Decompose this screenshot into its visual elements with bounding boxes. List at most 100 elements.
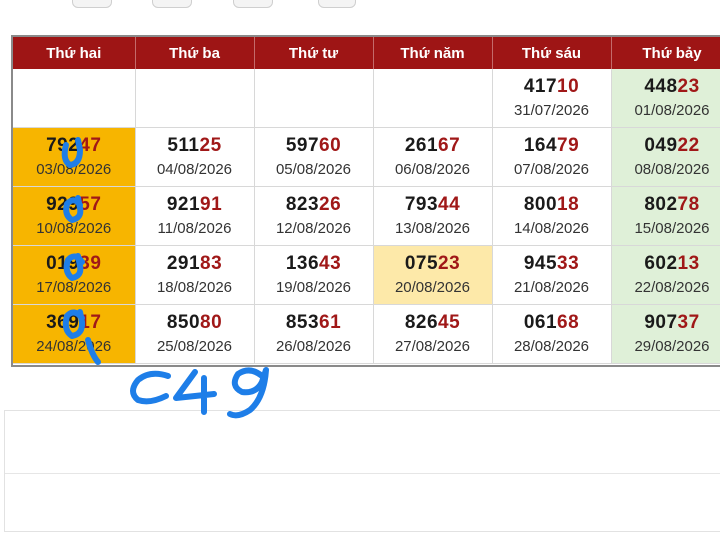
day-cell-monday xyxy=(13,69,135,128)
result-number-tail: 61 xyxy=(319,312,341,333)
day-cell-friday[interactable]: 4171031/07/2026 xyxy=(492,69,611,128)
result-number-tail: 26 xyxy=(319,194,341,215)
filter-chip-4[interactable] xyxy=(318,0,356,8)
result-number-head: 261 xyxy=(405,135,438,156)
result-number-head: 019 xyxy=(46,253,79,274)
day-cell-tuesday[interactable]: 5112504/08/2026 xyxy=(135,128,254,187)
result-date: 22/08/2026 xyxy=(612,277,720,299)
day-cell-wednesday[interactable]: 8232612/08/2026 xyxy=(254,187,373,246)
result-number-tail: 57 xyxy=(79,194,101,215)
result-date: 08/08/2026 xyxy=(612,159,720,181)
calendar-week-row: 9295710/08/20269219111/08/20268232612/08… xyxy=(13,187,720,246)
result-number-tail: 37 xyxy=(678,312,700,333)
result-number-head: 049 xyxy=(644,135,677,156)
day-cell-thursday[interactable]: 0752320/08/2026 xyxy=(373,246,492,305)
result-date: 06/08/2026 xyxy=(374,159,492,181)
result-number: 26167 xyxy=(374,134,492,158)
day-cell-monday[interactable]: 7924703/08/2026 xyxy=(13,128,135,187)
day-cell-tuesday[interactable]: 9219111/08/2026 xyxy=(135,187,254,246)
result-number: 59760 xyxy=(255,134,373,158)
result-number-tail: 67 xyxy=(438,135,460,156)
result-number-tail: 68 xyxy=(557,312,579,333)
result-date: 21/08/2026 xyxy=(493,277,611,299)
day-cell-monday[interactable]: 9295710/08/2026 xyxy=(13,187,135,246)
day-cell-friday[interactable]: 0616828/08/2026 xyxy=(492,305,611,364)
result-number-head: 417 xyxy=(524,76,557,97)
result-number: 92957 xyxy=(13,193,135,217)
result-date: 10/08/2026 xyxy=(13,218,135,240)
day-cell-monday[interactable]: 3691724/08/2026 xyxy=(13,305,135,364)
calendar-week-row: 4171031/07/20264482301/08/2026 xyxy=(13,69,720,128)
lower-panel xyxy=(4,410,720,532)
result-number-head: 061 xyxy=(524,312,557,333)
result-number: 92191 xyxy=(136,193,254,217)
result-date: 13/08/2026 xyxy=(374,218,492,240)
result-number-tail: 60 xyxy=(319,135,341,156)
result-date: 31/07/2026 xyxy=(493,100,611,122)
day-cell-saturday[interactable]: 0492208/08/2026 xyxy=(611,128,720,187)
result-number-tail: 10 xyxy=(557,76,579,97)
result-number-head: 907 xyxy=(644,312,677,333)
day-cell-saturday[interactable]: 8027815/08/2026 xyxy=(611,187,720,246)
result-number-tail: 83 xyxy=(200,253,222,274)
result-number: 41710 xyxy=(493,75,611,99)
day-cell-thursday[interactable]: 8264527/08/2026 xyxy=(373,305,492,364)
calendar-week-row: 7924703/08/20265112504/08/20265976005/08… xyxy=(13,128,720,187)
result-number: 36917 xyxy=(13,311,135,335)
result-number-head: 921 xyxy=(167,194,200,215)
header-monday: Thứ hai xyxy=(13,37,135,69)
result-number: 29183 xyxy=(136,252,254,276)
day-cell-wednesday[interactable]: 5976005/08/2026 xyxy=(254,128,373,187)
result-number-tail: 18 xyxy=(557,194,579,215)
result-number-head: 164 xyxy=(524,135,557,156)
day-cell-saturday[interactable]: 6021322/08/2026 xyxy=(611,246,720,305)
day-cell-saturday[interactable]: 4482301/08/2026 xyxy=(611,69,720,128)
result-number-head: 136 xyxy=(286,253,319,274)
result-number-head: 602 xyxy=(644,253,677,274)
result-number: 01939 xyxy=(13,252,135,276)
result-number-head: 802 xyxy=(644,194,677,215)
day-cell-friday[interactable]: 8001814/08/2026 xyxy=(492,187,611,246)
result-date: 26/08/2026 xyxy=(255,336,373,358)
result-number-tail: 45 xyxy=(438,312,460,333)
day-cell-thursday[interactable]: 7934413/08/2026 xyxy=(373,187,492,246)
result-date: 25/08/2026 xyxy=(136,336,254,358)
day-cell-tuesday xyxy=(135,69,254,128)
day-cell-friday[interactable]: 1647907/08/2026 xyxy=(492,128,611,187)
result-number-head: 853 xyxy=(286,312,319,333)
result-number: 94533 xyxy=(493,252,611,276)
day-cell-thursday[interactable]: 2616706/08/2026 xyxy=(373,128,492,187)
result-number: 79247 xyxy=(13,134,135,158)
filter-chip-3[interactable] xyxy=(233,0,273,8)
day-cell-saturday[interactable]: 9073729/08/2026 xyxy=(611,305,720,364)
result-number-head: 369 xyxy=(46,312,79,333)
day-cell-wednesday[interactable]: 1364319/08/2026 xyxy=(254,246,373,305)
result-number-head: 291 xyxy=(167,253,200,274)
result-date: 12/08/2026 xyxy=(255,218,373,240)
result-date: 11/08/2026 xyxy=(136,218,254,240)
result-date: 03/08/2026 xyxy=(13,159,135,181)
calendar-week-row: 3691724/08/20268508025/08/2026 85361 26/08… xyxy=(13,305,720,364)
day-cell-friday[interactable]: 9453321/08/2026 xyxy=(492,246,611,305)
day-cell-tuesday[interactable]: 8508025/08/2026 xyxy=(135,305,254,364)
filter-chip-1[interactable] xyxy=(72,0,112,8)
header-saturday: Thứ bảy xyxy=(611,37,720,69)
result-number-tail: 23 xyxy=(678,76,700,97)
result-number-tail: 33 xyxy=(557,253,579,274)
scribble-letter-c xyxy=(133,374,168,402)
filter-chip-2[interactable] xyxy=(152,0,192,8)
day-cell-wednesday[interactable]: 85361 26/08/2026 xyxy=(254,305,373,364)
result-number-head: 850 xyxy=(167,312,200,333)
result-date: 19/08/2026 xyxy=(255,277,373,299)
result-number: 13643 xyxy=(255,252,373,276)
header-thursday: Thứ năm xyxy=(373,37,492,69)
day-cell-wednesday xyxy=(254,69,373,128)
header-wednesday: Thứ tư xyxy=(254,37,373,69)
result-date: 24/08/2026 xyxy=(13,336,135,358)
result-date: 05/08/2026 xyxy=(255,159,373,181)
day-cell-tuesday[interactable]: 2918318/08/2026 xyxy=(135,246,254,305)
result-number: 04922 xyxy=(612,134,720,158)
result-number: 07523 xyxy=(374,252,492,276)
day-cell-monday[interactable]: 0193917/08/2026 xyxy=(13,246,135,305)
calendar-week-row: 0193917/08/20262918318/08/20261364319/08… xyxy=(13,246,720,305)
